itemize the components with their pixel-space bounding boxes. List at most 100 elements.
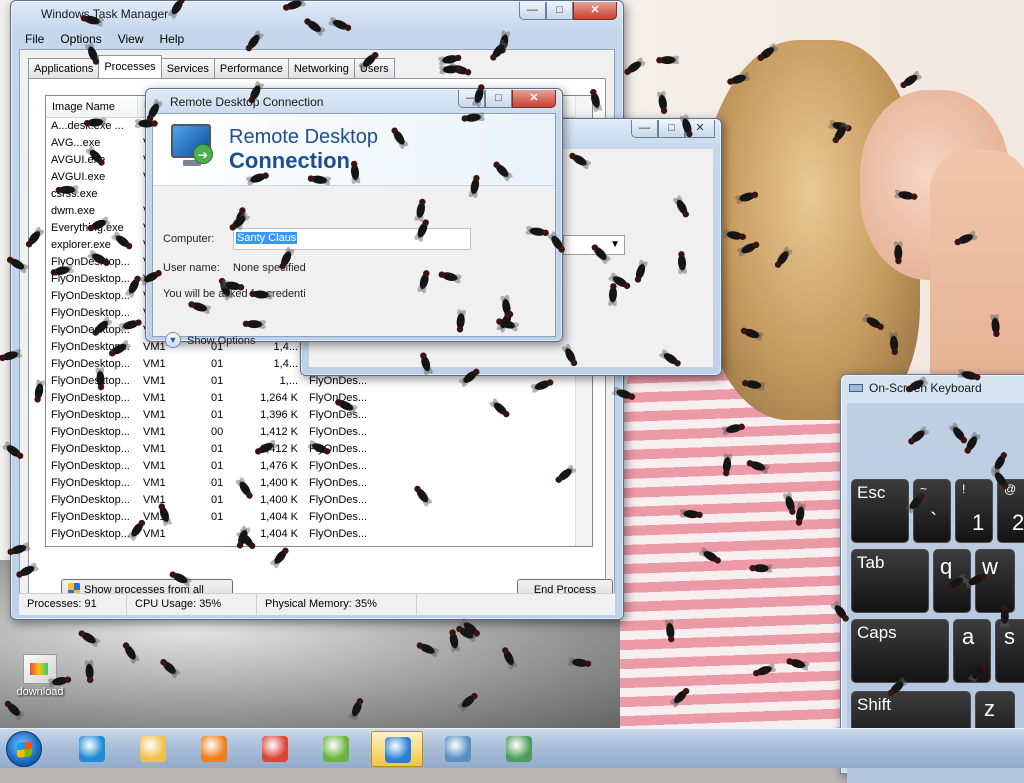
rdc-title: Remote Desktop Connection	[170, 95, 324, 109]
process-cpu: 01	[211, 392, 224, 404]
minimize-button[interactable]: —	[458, 90, 485, 108]
username-label: User name:	[163, 262, 220, 274]
connect-arrow-icon: ➔	[193, 144, 213, 164]
osk-titlebar[interactable]: On-Screen Keyboard	[841, 375, 1024, 401]
chevron-down-icon[interactable]: ▼	[165, 332, 181, 348]
maximize-button[interactable]: □	[658, 120, 685, 138]
process-name: FlyOnDesktop...	[51, 273, 130, 285]
process-memory: 1,...	[279, 375, 298, 387]
taskbar-button[interactable]	[371, 731, 423, 767]
process-user: VM1	[143, 528, 166, 540]
process-memory: 1,404 K	[260, 528, 298, 540]
menu-bar: File Options View Help	[25, 32, 184, 46]
menu-view[interactable]: View	[118, 32, 144, 46]
key-s[interactable]: s	[995, 619, 1024, 683]
process-memory: 1,400 K	[260, 494, 298, 506]
dropdown[interactable]: ▼	[563, 235, 625, 255]
key-tilde[interactable]: ~ `	[913, 479, 951, 543]
key-q[interactable]: q	[933, 549, 971, 613]
process-description: FlyOnDes...	[309, 511, 368, 523]
tab-users[interactable]: Users	[353, 58, 395, 78]
process-row[interactable]: FlyOnDesktop... VM1 01 1,264 K FlyOnDes...	[46, 390, 592, 407]
key-2[interactable]: @2	[997, 479, 1024, 543]
process-row[interactable]: FlyOnDesktop... VM1 01 1,400 K FlyOnDes...	[46, 475, 592, 492]
taskbar-button[interactable]	[127, 731, 179, 767]
internet-explorer-icon	[79, 736, 105, 762]
taskbar-button[interactable]	[66, 731, 118, 767]
tab-networking[interactable]: Networking	[287, 58, 355, 78]
close-button[interactable]: ✕	[573, 2, 617, 20]
process-cpu: 01	[211, 375, 224, 387]
process-user: VM1	[143, 392, 166, 404]
show-options-link[interactable]: Show Options	[187, 335, 255, 347]
key-1[interactable]: ! 1	[955, 479, 993, 543]
maximize-button[interactable]: □	[485, 90, 512, 108]
osk-title: On-Screen Keyboard	[869, 381, 982, 395]
tab-processes[interactable]: Processes	[98, 55, 162, 78]
key-w[interactable]: w	[975, 549, 1015, 613]
process-cpu: 00	[211, 426, 224, 438]
process-memory: 1,400 K	[260, 477, 298, 489]
close-button[interactable]: ✕	[685, 120, 715, 138]
tab-performance[interactable]: Performance	[213, 58, 289, 78]
process-user: VM1	[143, 477, 166, 489]
menu-file[interactable]: File	[25, 32, 44, 46]
maximize-button[interactable]: □	[546, 2, 573, 20]
process-user: VM1	[143, 358, 166, 370]
close-button[interactable]: ✕	[512, 90, 556, 108]
taskbar-button[interactable]	[432, 731, 484, 767]
computer-label: Computer:	[163, 233, 215, 245]
menu-options[interactable]: Options	[60, 32, 101, 46]
process-name: FlyOnDesktop...	[51, 375, 130, 387]
key-a[interactable]: a	[953, 619, 991, 683]
minimize-button[interactable]: —	[631, 120, 658, 138]
process-description: FlyOnDes...	[309, 392, 368, 404]
process-memory: 1,264 K	[260, 392, 298, 404]
process-row[interactable]: FlyOnDesktop... VM1 00 1,412 K FlyOnDes...	[46, 424, 592, 441]
process-row[interactable]: FlyOnDesktop... VM1 01 1,400 K FlyOnDes...	[46, 492, 592, 509]
task-manager-window-buttons: — □ ✕	[519, 2, 617, 20]
on-screen-keyboard-window[interactable]: On-Screen Keyboard Esc ~ ` ! 1 @2 Tab q w …	[840, 374, 1024, 783]
process-name: FlyOnDesktop...	[51, 324, 130, 336]
process-row[interactable]: FlyOnDesktop... VM1 01 1,412 K FlyOnDes...	[46, 441, 592, 458]
status-processes: Processes: 91	[19, 594, 127, 615]
process-name: FlyOnDesktop...	[51, 392, 130, 404]
taskbar-button[interactable]	[310, 731, 362, 767]
taskbar-button[interactable]	[493, 731, 545, 767]
process-name: AVG...exe	[51, 137, 101, 149]
banner-title-line1: Remote Desktop	[229, 126, 378, 148]
start-button[interactable]	[6, 731, 42, 767]
desktop-icon-download[interactable]: download	[8, 648, 72, 698]
username-value: None specified	[233, 262, 306, 274]
process-row[interactable]: FlyOnDesktop... VM1 01 1,476 K FlyOnDes...	[46, 458, 592, 475]
keyboard-icon	[849, 384, 863, 392]
process-user: VM1	[143, 443, 166, 455]
chrome-icon	[262, 736, 288, 762]
process-row[interactable]: FlyOnDesktop... VM1 01 1,404 K FlyOnDes...	[46, 509, 592, 526]
minimize-button[interactable]: —	[519, 2, 546, 20]
process-description: FlyOnDes...	[309, 528, 368, 540]
column-image-name[interactable]: Image Name	[46, 96, 138, 117]
taskbar-button[interactable]	[188, 731, 240, 767]
osk-keys: Esc ~ ` ! 1 @2 Tab q w Caps a s Shift z	[847, 403, 1024, 783]
status-memory: Physical Memory: 35%	[257, 594, 417, 615]
menu-help[interactable]: Help	[160, 32, 185, 46]
process-row[interactable]: FlyOnDesktop... VM1 1,404 K FlyOnDes...	[46, 526, 592, 543]
computer-input[interactable]: Santy Claus	[233, 228, 471, 250]
process-description: FlyOnDes...	[309, 409, 368, 421]
tab-strip: Applications Processes Services Performa…	[28, 55, 395, 78]
process-cpu: 01	[211, 494, 224, 506]
tab-services[interactable]: Services	[160, 58, 215, 78]
key-caps[interactable]: Caps	[851, 619, 949, 683]
process-row[interactable]: FlyOnDesktop... VM1 01 1,396 K FlyOnDes...	[46, 407, 592, 424]
network-computer-icon	[445, 736, 471, 762]
process-cpu: 01	[211, 358, 224, 370]
key-esc[interactable]: Esc	[851, 479, 909, 543]
tab-applications[interactable]: Applications	[28, 58, 100, 78]
process-name: FlyOnDesktop...	[51, 307, 130, 319]
process-name: explorer.exe	[51, 239, 111, 251]
key-tab[interactable]: Tab	[851, 549, 929, 613]
rdc-window[interactable]: Remote Desktop Connection — □ ✕ ➔ Remote…	[145, 88, 563, 348]
taskbar-button[interactable]	[249, 731, 301, 767]
process-memory: 1,404 K	[260, 511, 298, 523]
